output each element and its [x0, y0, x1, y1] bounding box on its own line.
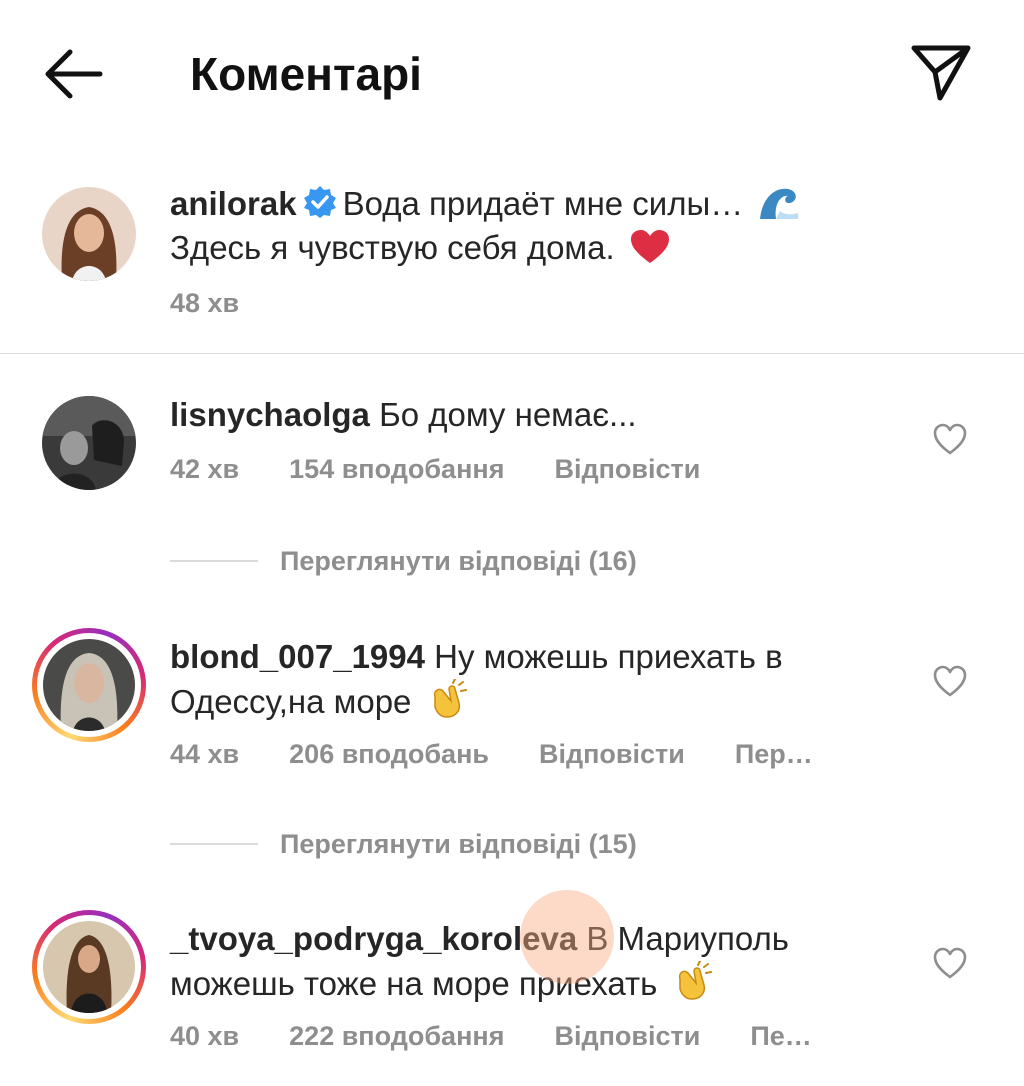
clapping-hands-emoji-icon	[679, 961, 713, 1000]
caption-text-line2: Здесь я чувствую себя дома.	[170, 229, 624, 266]
caption-time: 48 хв	[170, 288, 240, 318]
avatar[interactable]	[42, 396, 136, 490]
top-bar: Коментарі	[0, 0, 1024, 150]
caption-username[interactable]: anilorak	[170, 185, 297, 222]
comment-time: 42 хв	[170, 454, 240, 484]
likes-count[interactable]: 154 вподобання	[289, 454, 504, 484]
view-replies-label: Переглянути відповіді (15)	[280, 829, 637, 859]
story-ring[interactable]	[32, 628, 146, 742]
reply-button[interactable]: Відповісти	[554, 1021, 700, 1051]
red-heart-emoji-icon	[630, 230, 669, 263]
caption-text-line1: Вода придаёт мне силы…	[342, 185, 753, 222]
comment-text: Бо дому немає...	[379, 396, 637, 433]
paper-plane-icon	[911, 45, 971, 101]
reply-button[interactable]: Відповісти	[539, 739, 685, 769]
comment-text-line1: В Мариуполь	[586, 920, 789, 957]
touch-indicator	[520, 890, 614, 984]
comment-text-line2: Одессу,на море	[170, 683, 421, 720]
translate-button[interactable]: Пе…	[750, 1021, 811, 1051]
arrow-left-icon	[45, 49, 103, 99]
page-title: Коментарі	[190, 48, 422, 100]
avatar[interactable]	[42, 187, 136, 281]
view-replies-label: Переглянути відповіді (16)	[280, 546, 637, 576]
heart-outline-icon[interactable]	[932, 422, 968, 456]
comment-time: 40 хв	[170, 1021, 240, 1051]
divider	[0, 353, 1024, 354]
comment-meta: 42 хв 154 вподобання Відповісти	[170, 454, 750, 485]
likes-count[interactable]: 222 вподобання	[289, 1021, 504, 1051]
share-button[interactable]	[908, 40, 974, 106]
comment-username[interactable]: blond_007_1994	[170, 638, 425, 675]
verified-badge-icon	[303, 186, 336, 218]
view-replies-button[interactable]: Переглянути відповіді (15)	[170, 824, 870, 864]
heart-outline-icon[interactable]	[932, 946, 968, 980]
replies-line	[170, 843, 258, 845]
comment-username[interactable]: lisnychaolga	[170, 396, 370, 433]
replies-line	[170, 560, 258, 562]
avatar	[43, 921, 135, 1013]
comment-meta: 44 хв 206 вподобань Відповісти Пер…	[170, 739, 863, 770]
heart-outline-icon[interactable]	[932, 664, 968, 698]
comment-username[interactable]: _tvoya_podryga_koroleva	[170, 920, 577, 957]
translate-button[interactable]: Пер…	[735, 739, 813, 769]
avatar	[43, 639, 135, 731]
view-replies-button[interactable]: Переглянути відповіді (16)	[170, 541, 870, 581]
post-caption: anilorak Вода придаёт мне силы… Здесь я …	[0, 170, 1024, 353]
comment-meta: 40 хв 222 вподобання Відповісти Пе…	[170, 1021, 862, 1052]
comment-body: blond_007_1994 Ну можешь приехать в Одес…	[170, 635, 910, 724]
wave-emoji-icon	[760, 188, 799, 219]
clapping-hands-emoji-icon	[433, 679, 467, 718]
comment-body: lisnychaolga Бо дому немає...	[170, 393, 910, 437]
comment-text-line1: Ну можешь приехать в	[434, 638, 783, 675]
likes-count[interactable]: 206 вподобань	[289, 739, 489, 769]
comment-time: 44 хв	[170, 739, 240, 769]
reply-button[interactable]: Відповісти	[554, 454, 700, 484]
back-button[interactable]	[40, 44, 104, 104]
story-ring[interactable]	[32, 910, 146, 1024]
